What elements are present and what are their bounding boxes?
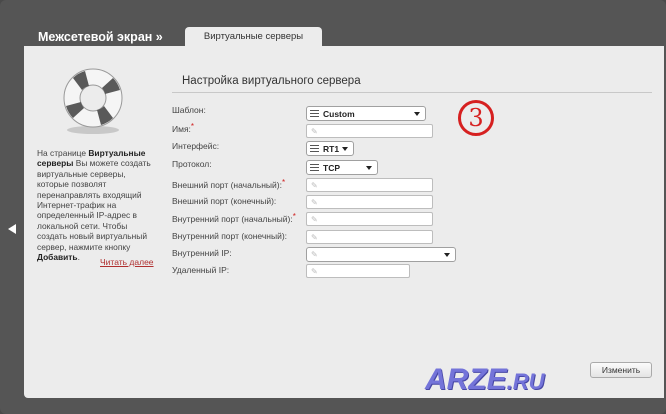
app-window: Межсетевой экран » Виртуальные серверы Н…: [0, 0, 666, 414]
protocol-label: Протокол:: [172, 159, 212, 169]
chevron-down-icon[interactable]: [444, 253, 450, 257]
remote-ip-input[interactable]: ✎: [306, 264, 410, 278]
internal-ip-combo[interactable]: ✎: [306, 247, 456, 262]
interface-select[interactable]: RT1: [306, 141, 354, 156]
int-port-end-label: Внутренний порт (конечный):: [172, 231, 288, 241]
section-divider: [172, 92, 652, 93]
read-more-link[interactable]: Читать далее: [100, 257, 154, 267]
pencil-icon: ✎: [311, 250, 318, 259]
name-label: Имя:*: [172, 122, 195, 134]
list-icon: [310, 145, 319, 153]
section-title: Настройка виртуального сервера: [182, 75, 361, 87]
pencil-icon: ✎: [311, 127, 318, 136]
pencil-icon: ✎: [311, 181, 318, 190]
int-port-start-input[interactable]: ✎: [306, 212, 433, 226]
pencil-icon: ✎: [311, 267, 318, 276]
protocol-select[interactable]: TCP: [306, 160, 378, 175]
tab-virtual-servers[interactable]: Виртуальные серверы: [185, 27, 322, 47]
ext-port-start-input[interactable]: ✎: [306, 178, 433, 192]
breadcrumb-firewall[interactable]: Межсетевой экран »: [38, 30, 163, 44]
int-port-start-label: Внутренний порт (начальный):*: [172, 212, 296, 224]
template-label: Шаблон:: [172, 105, 206, 115]
list-icon: [310, 164, 319, 172]
back-arrow-icon[interactable]: [8, 224, 16, 234]
name-input[interactable]: ✎: [306, 124, 433, 138]
interface-label: Интерфейс:: [172, 141, 220, 151]
chevron-down-icon: [342, 147, 348, 151]
apply-button[interactable]: Изменить: [590, 362, 652, 378]
watermark-logo: ARZE.RU: [425, 363, 545, 396]
ext-port-end-label: Внешний порт (конечный):: [172, 196, 277, 206]
ext-port-end-input[interactable]: ✎: [306, 195, 433, 209]
pencil-icon: ✎: [311, 215, 318, 224]
chevron-down-icon: [366, 166, 372, 170]
sidebar-description: На странице Виртуальные серверы Вы может…: [37, 148, 151, 263]
remote-ip-label: Удаленный IP:: [172, 265, 230, 275]
lifebuoy-icon: [63, 68, 123, 134]
chevron-down-icon: [414, 112, 420, 116]
pencil-icon: ✎: [311, 233, 318, 242]
ext-port-start-label: Внешний порт (начальный):*: [172, 178, 286, 190]
template-select[interactable]: Custom: [306, 106, 426, 121]
int-port-end-input[interactable]: ✎: [306, 230, 433, 244]
pencil-icon: ✎: [311, 198, 318, 207]
internal-ip-label: Внутренний IP:: [172, 248, 232, 258]
step-number-annotation: 3: [458, 100, 494, 136]
list-icon: [310, 110, 319, 118]
